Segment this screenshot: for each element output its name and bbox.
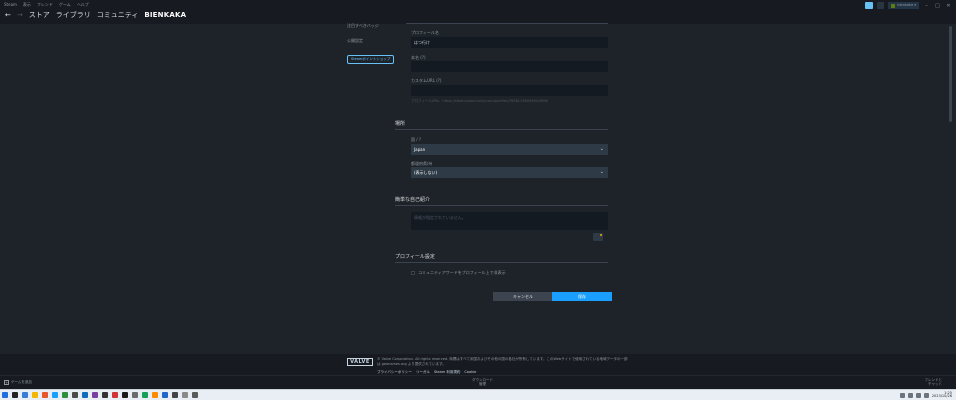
divider: [395, 129, 608, 130]
cancel-button[interactable]: キャンセル: [493, 292, 553, 301]
profile-name-input[interactable]: はつ行け: [411, 37, 608, 48]
taskbar-app-icon[interactable]: [82, 392, 88, 398]
profile-settings-section-title: プロフィール設定: [395, 254, 435, 260]
nav-tab-library[interactable]: ライブラリ: [56, 10, 91, 20]
profile-name-label: プロフィール名: [411, 30, 439, 35]
menu-item-help[interactable]: ヘルプ: [77, 2, 89, 8]
sidebar-item-privacy[interactable]: 公開設定: [347, 38, 363, 44]
menu-item-steam[interactable]: Steam: [4, 2, 17, 8]
region-value: (表示しない): [414, 170, 438, 175]
taskbar-app-icon[interactable]: [92, 392, 98, 398]
copyright-text-2: は geonames.org より提供されています。: [377, 362, 446, 366]
real-name-input[interactable]: [411, 61, 608, 72]
account-menu[interactable]: bienkaka ▾: [888, 2, 919, 9]
notifications-icon[interactable]: [877, 2, 885, 9]
taskbar-app-icon[interactable]: [62, 392, 68, 398]
taskbar-app-icon[interactable]: [192, 392, 198, 398]
profile-url-hint: プロフィールURL：https://steamcommunity.com/pro…: [411, 99, 548, 103]
tray-icon[interactable]: [907, 392, 913, 398]
nav-tab-username[interactable]: BIENKAKA: [144, 11, 186, 19]
country-select[interactable]: Japan ⌄: [411, 144, 608, 155]
taskbar-app-icon[interactable]: [152, 392, 158, 398]
clock-date: 2023/10/26: [931, 394, 952, 398]
nav-tab-store[interactable]: ストア: [29, 10, 50, 20]
taskbar-app-icon[interactable]: [112, 392, 118, 398]
plus-icon: +: [4, 380, 9, 385]
country-value: Japan: [414, 147, 426, 152]
back-arrow-icon[interactable]: ←: [5, 11, 11, 19]
taskbar-app-icon[interactable]: [132, 392, 138, 398]
network-icon[interactable]: [923, 392, 929, 398]
add-game-label: ゲームを追加: [11, 380, 32, 384]
main-nav: ← → ストア ライブラリ コミュニティ BIENKAKA: [5, 10, 186, 20]
taskbar-app-icon[interactable]: [22, 392, 28, 398]
save-button[interactable]: 保存: [552, 292, 612, 301]
taskbar-app-icon[interactable]: [122, 392, 128, 398]
profile-edit-page: 注目すべきバッジ 公開設定 Steamポイントショップ プロフィール名 はつ行け…: [0, 23, 956, 354]
menu-item-games[interactable]: ゲーム: [59, 2, 71, 8]
page-footer: VALVE © Valve Corporation. All rights re…: [0, 354, 956, 375]
friends-chat-label-2: チャット: [928, 382, 942, 386]
minimize-icon[interactable]: –: [923, 3, 930, 9]
menu-item-view[interactable]: 表示: [23, 2, 31, 8]
taskbar-app-icon[interactable]: [102, 392, 108, 398]
taskbar-app-icon[interactable]: [182, 392, 188, 398]
points-shop-button[interactable]: Steamポイントショップ: [347, 55, 395, 64]
steam-titlebar: Steam 表示 フレンド ゲーム ヘルプ ← → ストア ライブラリ コミュニ…: [0, 0, 956, 24]
divider: [395, 205, 608, 206]
tray-icon[interactable]: [899, 392, 905, 398]
add-game-button[interactable]: + ゲームを追加: [4, 380, 32, 385]
region-select[interactable]: (表示しない) ⌄: [411, 167, 608, 178]
location-section-title: 場所: [395, 121, 406, 127]
steam-bottom-bar: + ゲームを追加 ダウンロード 管理 フレンドと チャット: [0, 375, 956, 389]
taskbar-app-icon[interactable]: [2, 392, 8, 398]
nav-tab-community[interactable]: コミュニティ: [97, 10, 139, 20]
page-scrollbar[interactable]: [949, 26, 952, 122]
divider: [406, 23, 608, 24]
volume-icon[interactable]: [915, 392, 921, 398]
close-icon[interactable]: ✕: [945, 3, 952, 9]
community-award-setting[interactable]: コミュニティアワードをプロフィール上で非表示: [411, 270, 506, 276]
summary-textarea[interactable]: 情報が指定されていません。: [411, 212, 608, 230]
taskbar-app-icon[interactable]: [142, 392, 148, 398]
titlebar-controls: bienkaka ▾ – □ ✕: [865, 2, 952, 9]
sidebar-item-featured-badge[interactable]: 注目すべきバッジ: [347, 23, 379, 29]
account-name: bienkaka ▾: [897, 3, 916, 7]
taskbar-app-icon[interactable]: [42, 392, 48, 398]
maximize-icon[interactable]: □: [934, 3, 941, 9]
divider: [395, 262, 608, 263]
community-award-checkbox[interactable]: [411, 271, 415, 275]
country-label: 国 / ?: [411, 137, 422, 142]
custom-url-input[interactable]: [411, 85, 608, 96]
taskbar-app-icon[interactable]: [72, 392, 78, 398]
downloads-button[interactable]: ダウンロード 管理: [472, 378, 493, 386]
forward-arrow-icon[interactable]: →: [17, 11, 23, 19]
taskbar-app-icon[interactable]: [172, 392, 178, 398]
broadcast-icon[interactable]: [865, 2, 874, 9]
taskbar-app-icon[interactable]: [162, 392, 168, 398]
emoticon-icon: [600, 234, 602, 236]
menu-bar: Steam 表示 フレンド ゲーム ヘルプ: [4, 2, 89, 8]
windows-taskbar: 1:25 2023/10/26: [0, 389, 956, 400]
taskbar-clock[interactable]: 1:25 2023/10/26: [931, 391, 952, 398]
emoticon-picker-button[interactable]: [593, 233, 603, 241]
downloads-label-2: 管理: [479, 382, 486, 386]
menu-item-friends[interactable]: フレンド: [37, 2, 53, 8]
community-award-label: コミュニティアワードをプロフィール上で非表示: [418, 270, 506, 275]
taskbar-app-icon[interactable]: [52, 392, 58, 398]
summary-section-title: 簡単な自己紹介: [395, 197, 431, 203]
custom-url-label: カスタムURL (?): [411, 78, 442, 83]
chevron-down-icon: ⌄: [599, 146, 604, 152]
taskbar-apps: [2, 392, 198, 398]
chevron-down-icon: ⌄: [599, 169, 604, 175]
valve-logo[interactable]: VALVE: [347, 358, 373, 366]
taskbar-app-icon[interactable]: [32, 392, 38, 398]
avatar: [891, 3, 896, 8]
friends-chat-button[interactable]: フレンドと チャット: [925, 378, 943, 386]
system-tray: 1:25 2023/10/26: [899, 391, 952, 398]
taskbar-app-icon[interactable]: [12, 392, 18, 398]
